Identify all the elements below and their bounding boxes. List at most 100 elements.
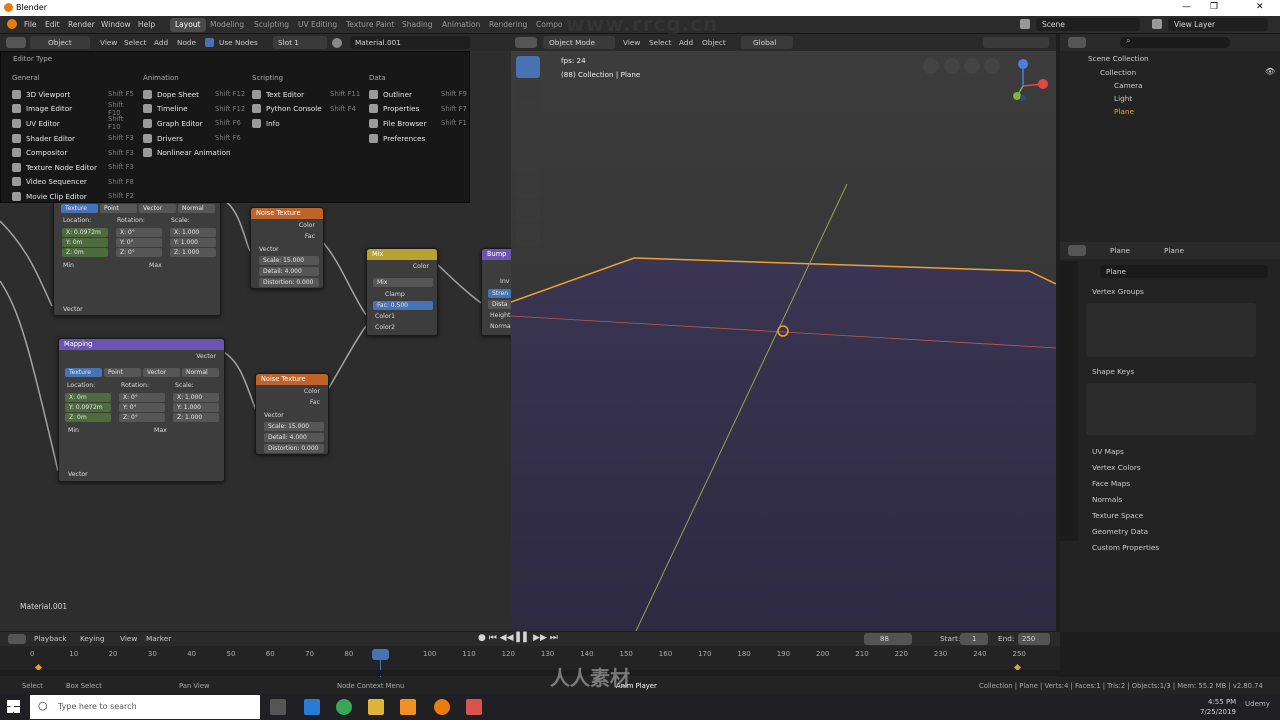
popup-item-timeline[interactable]: Timeline Shift F12 — [143, 102, 247, 117]
max-checkbox-1[interactable]: Max — [149, 262, 162, 269]
node-menu-node[interactable]: Node — [177, 38, 196, 47]
max-checkbox-2[interactable]: Max — [154, 427, 167, 434]
start-frame-field[interactable]: 1 — [960, 633, 988, 645]
popup-item-drivers[interactable]: Drivers Shift F6 — [143, 131, 247, 146]
noise2-scale-field[interactable]: Scale: 15.000 — [264, 422, 324, 431]
blender-menu-icon[interactable] — [7, 19, 17, 29]
maximize-icon[interactable]: ❐ — [1210, 2, 1218, 12]
use-nodes-checkbox[interactable] — [205, 38, 214, 47]
section-uv-maps[interactable]: UV Maps — [1092, 447, 1124, 456]
outliner-scene-collection[interactable]: Scene Collection — [1088, 54, 1149, 63]
slot-select[interactable]: Slot 1 — [273, 36, 327, 49]
tab-uv-editing[interactable]: UV Editing — [293, 18, 342, 32]
popup-item-file-browser[interactable]: File Browser Shift F1 — [369, 116, 469, 131]
section-normals[interactable]: Normals — [1092, 495, 1122, 504]
blender-taskbar-icon[interactable] — [434, 699, 450, 715]
material-field[interactable]: Material.001 — [350, 36, 470, 49]
loc-y-2[interactable]: Y: 0.0972m — [65, 403, 111, 412]
pan-view-icon[interactable] — [964, 58, 980, 74]
transform-tool-icon[interactable] — [516, 176, 540, 198]
timeline-ruler[interactable]: 0102030405060708088100110120130140150160… — [0, 650, 1060, 662]
tab-shading[interactable]: Shading — [397, 18, 437, 32]
noise-texture-node-1[interactable]: Noise Texture Color Fac Vector Scale: 15… — [250, 207, 324, 289]
mix-fac-field[interactable]: Fac: 0.500 — [373, 301, 433, 310]
scale-x-2[interactable]: X: 1.000 — [173, 393, 219, 402]
bump-distance-field[interactable]: Dista — [488, 300, 511, 309]
camera-view-icon[interactable] — [944, 58, 960, 74]
tab-texture-2[interactable]: Texture — [65, 368, 102, 377]
popup-item-video-sequencer[interactable]: Video Sequencer Shift F8 — [12, 175, 134, 190]
noise-header-2[interactable]: Noise Texture — [256, 374, 328, 385]
rot-y-2[interactable]: Y: 0° — [119, 403, 165, 412]
node-menu-view[interactable]: View — [100, 38, 117, 47]
noise2-detail-field[interactable]: Detail: 4.000 — [264, 433, 324, 442]
popup-item-nonlinear-animation[interactable]: Nonlinear Animation — [143, 145, 247, 160]
node-menu-add[interactable]: Add — [154, 38, 168, 47]
mode-select[interactable]: Object Mode — [543, 36, 615, 49]
outliner-editor-type[interactable] — [1068, 37, 1086, 48]
noise1-scale-field[interactable]: Scale: 15.000 — [259, 256, 319, 265]
rot-x-1[interactable]: X: 0° — [116, 228, 162, 237]
move-tool-icon[interactable] — [516, 104, 540, 126]
outliner-collection[interactable]: Collection — [1100, 68, 1136, 77]
mix-clamp-checkbox[interactable]: Clamp — [385, 291, 405, 298]
properties-tabs[interactable] — [1060, 261, 1078, 541]
menu-edit[interactable]: Edit — [45, 20, 60, 29]
shape-keys-list[interactable] — [1086, 383, 1256, 435]
mix-mode-select[interactable]: Mix — [373, 278, 433, 287]
tab-vector-1[interactable]: Vector — [139, 204, 176, 213]
section-geometry-data[interactable]: Geometry Data — [1092, 527, 1148, 536]
select-box-tool-icon[interactable] — [516, 56, 540, 78]
viewport-editor-type[interactable] — [515, 37, 537, 48]
end-frame-field[interactable]: 250 — [1018, 633, 1050, 645]
popup-item-text-editor[interactable]: Text Editor Shift F11 — [252, 87, 362, 102]
editor-type-button[interactable] — [6, 37, 26, 48]
tab-animation[interactable]: Animation — [437, 18, 485, 32]
popup-item-3d-viewport[interactable]: 3D Viewport Shift F5 — [12, 87, 134, 102]
noise2-distortion-field[interactable]: Distortion: 0.000 — [264, 444, 324, 453]
popup-item-preferences[interactable]: Preferences — [369, 131, 469, 146]
orientation-select[interactable]: Global — [741, 36, 793, 49]
vp-menu-select[interactable]: Select — [649, 38, 672, 47]
loc-y-1[interactable]: Y: 0m — [62, 238, 108, 247]
file-explorer-icon[interactable] — [368, 699, 384, 715]
menu-help[interactable]: Help — [138, 20, 155, 29]
menu-file[interactable]: File — [24, 20, 37, 29]
popup-item-python-console[interactable]: Python Console Shift F4 — [252, 102, 362, 117]
3d-viewport[interactable]: Object Mode View Select Add Object Globa… — [511, 34, 1056, 631]
section-custom-properties[interactable]: Custom Properties — [1092, 543, 1159, 552]
vp-menu-view[interactable]: View — [623, 38, 640, 47]
edge-icon[interactable] — [304, 699, 320, 715]
vertex-groups-list[interactable] — [1086, 303, 1256, 357]
popup-item-outliner[interactable]: Outliner Shift F9 — [369, 87, 469, 102]
bump-strength-field[interactable]: Stren — [488, 289, 511, 298]
recorder-icon[interactable] — [466, 699, 482, 715]
measure-tool-icon[interactable] — [516, 224, 540, 246]
view-layer-field[interactable]: View Layer — [1168, 18, 1268, 31]
popup-item-dope-sheet[interactable]: Dope Sheet Shift F12 — [143, 87, 247, 102]
tab-vector-2[interactable]: Vector — [143, 368, 180, 377]
loc-z-2[interactable]: Z: 0m — [65, 413, 111, 422]
popup-item-compositor[interactable]: Compositor Shift F3 — [12, 145, 134, 160]
loc-z-1[interactable]: Z: 0m — [62, 248, 108, 257]
zoom-view-icon[interactable] — [984, 58, 1000, 74]
playhead[interactable] — [372, 649, 389, 660]
mapping-node-1[interactable]: Texture Point Vector Normal Location: Ro… — [53, 201, 221, 316]
loc-x-1[interactable]: X: 0.0972m — [62, 228, 108, 237]
rot-z-1[interactable]: Z: 0° — [116, 248, 162, 257]
scene-field[interactable]: Scene — [1036, 18, 1140, 31]
mix-header[interactable]: Mix — [367, 249, 437, 260]
section-vertex-colors[interactable]: Vertex Colors — [1092, 463, 1141, 472]
popup-item-shader-editor[interactable]: Shader Editor Shift F3 — [12, 131, 134, 146]
mapping-node-2[interactable]: Mapping Vector Texture Point Vector Norm… — [58, 338, 225, 482]
section-face-maps[interactable]: Face Maps — [1092, 479, 1130, 488]
cursor-tool-icon[interactable] — [516, 80, 540, 102]
toggle-camera-icon[interactable] — [923, 58, 939, 74]
shading-buttons[interactable] — [983, 37, 1049, 48]
sublime-icon[interactable] — [400, 699, 416, 715]
loc-x-2[interactable]: X: 0m — [65, 393, 111, 402]
noise-texture-node-2[interactable]: Noise Texture Color Fac Vector Scale: 15… — [255, 373, 329, 455]
timeline-menu-view[interactable]: View — [120, 634, 137, 643]
eye-icon[interactable]: 👁 — [1265, 67, 1275, 76]
bump-header[interactable]: Bump — [482, 249, 511, 260]
